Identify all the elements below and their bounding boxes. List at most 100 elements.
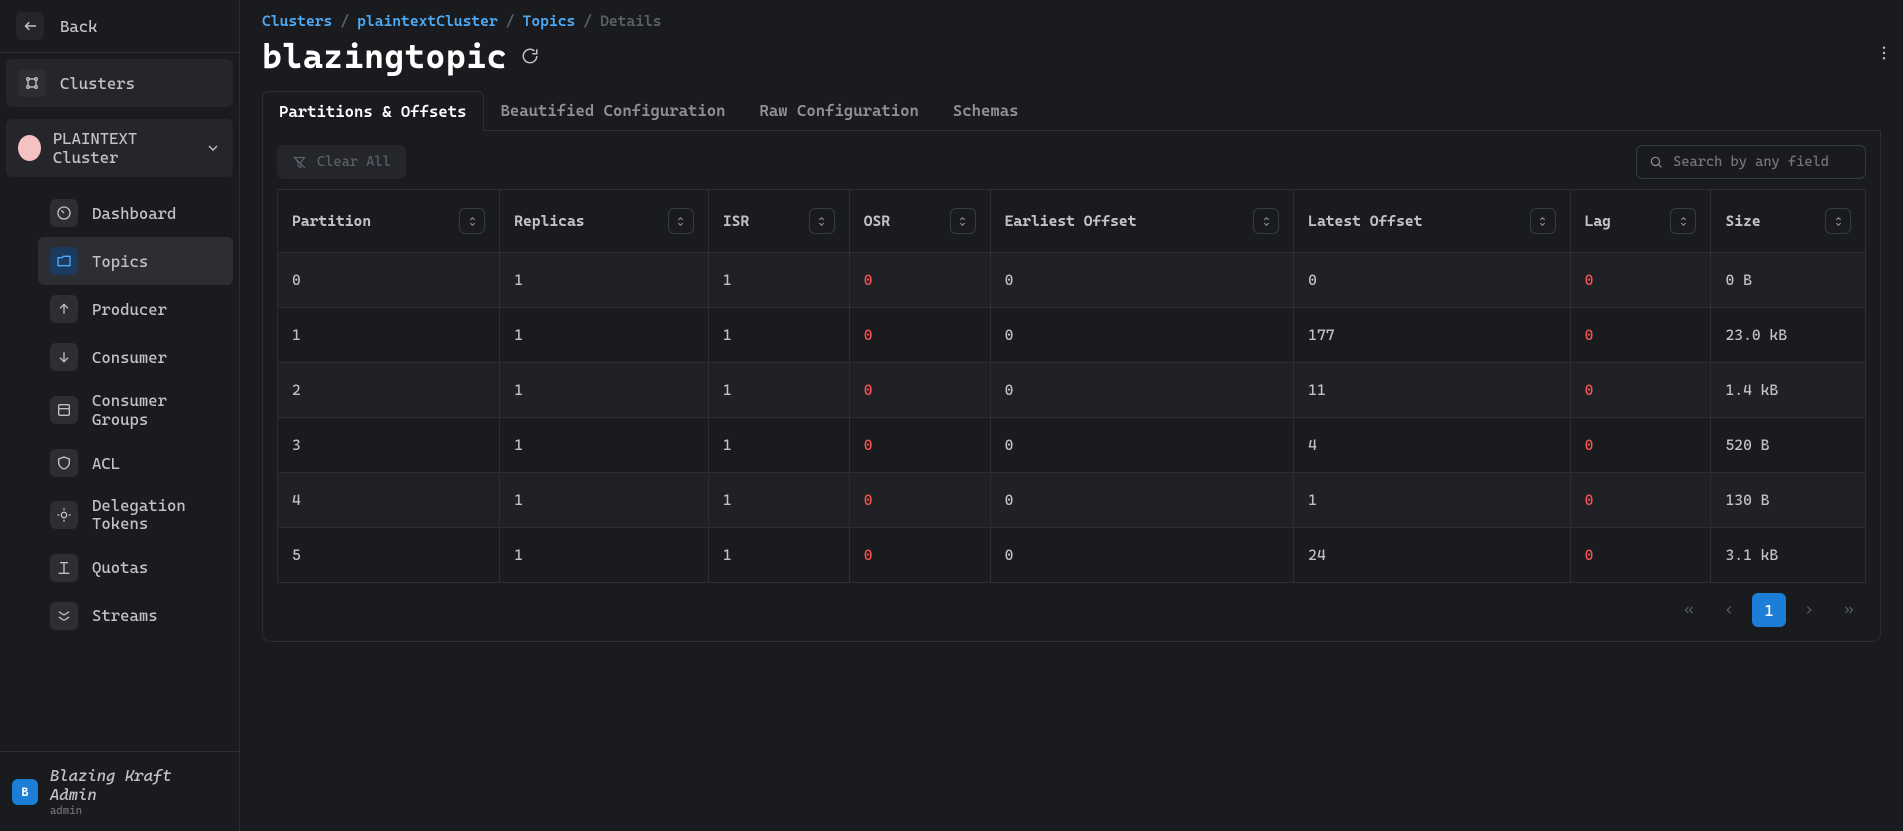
cell-size: 0 B	[1711, 253, 1866, 308]
sidebar-item-label: Quotas	[92, 558, 148, 577]
sort-button[interactable]	[809, 208, 835, 234]
tab-raw-config[interactable]: Raw Configuration	[743, 90, 936, 130]
cell-replicas: 1	[500, 528, 709, 583]
user-role: admin	[50, 804, 227, 817]
column-header: Replicas	[500, 190, 709, 253]
pager-prev[interactable]	[1712, 593, 1746, 627]
cell-replicas: 1	[500, 308, 709, 363]
cell-osr: 0	[849, 528, 990, 583]
sort-button[interactable]	[1825, 208, 1851, 234]
breadcrumb-topics[interactable]: Topics	[523, 12, 576, 30]
topics-icon	[50, 247, 78, 275]
sidebar-item-consumer[interactable]: Consumer	[38, 333, 233, 381]
cell-replicas: 1	[500, 363, 709, 418]
cell-latest: 4	[1294, 418, 1570, 473]
column-header: ISR	[708, 190, 849, 253]
column-label: ISR	[723, 212, 749, 230]
table-row[interactable]: 4110010130 B	[278, 473, 1866, 528]
more-menu-button[interactable]	[1875, 44, 1893, 62]
cell-isr: 1	[708, 253, 849, 308]
breadcrumb-clusters[interactable]: Clusters	[262, 12, 332, 30]
sidebar-item-label: Producer	[92, 300, 167, 319]
column-label: Size	[1725, 212, 1760, 230]
cell-latest: 24	[1294, 528, 1570, 583]
user-avatar: B	[12, 779, 38, 805]
sidebar-item-dashboard[interactable]: Dashboard	[38, 189, 233, 237]
user-footer[interactable]: B Blazing Kraft Admin admin	[0, 751, 239, 831]
pager-page-1[interactable]: 1	[1752, 593, 1786, 627]
cell-isr: 1	[708, 473, 849, 528]
back-arrow-icon	[16, 12, 44, 40]
sidebar-item-label: Consumer	[92, 348, 167, 367]
cell-partition: 3	[278, 418, 500, 473]
cell-osr: 0	[849, 418, 990, 473]
breadcrumb-separator: /	[506, 12, 515, 30]
pager-first[interactable]	[1672, 593, 1706, 627]
pagination: 1	[277, 593, 1866, 627]
sort-button[interactable]	[1530, 208, 1556, 234]
column-label: Latest Offset	[1308, 212, 1422, 230]
tab-partitions-offsets[interactable]: Partitions & Offsets	[262, 91, 484, 131]
sidebar-item-consumer-groups[interactable]: Consumer Groups	[38, 381, 233, 439]
sidebar-item-acl[interactable]: ACL	[38, 439, 233, 487]
tab-schemas[interactable]: Schemas	[936, 90, 1036, 130]
cell-osr: 0	[849, 473, 990, 528]
cell-latest: 0	[1294, 253, 1570, 308]
sidebar-item-delegation-tokens[interactable]: Delegation Tokens	[38, 487, 233, 544]
main-content: Clusters / plaintextCluster / Topics / D…	[240, 0, 1903, 831]
search-input[interactable]	[1673, 154, 1853, 170]
cell-lag: 0	[1570, 363, 1711, 418]
cell-size: 3.1 kB	[1711, 528, 1866, 583]
table-row[interactable]: 01100000 B	[278, 253, 1866, 308]
breadcrumb-cluster[interactable]: plaintextCluster	[357, 12, 498, 30]
cell-earliest: 0	[990, 363, 1294, 418]
sort-button[interactable]	[1253, 208, 1279, 234]
sidebar-item-label: Topics	[92, 252, 148, 271]
refresh-button[interactable]	[521, 47, 539, 65]
table-row[interactable]: 511002403.1 kB	[278, 528, 1866, 583]
sidebar-item-producer[interactable]: Producer	[38, 285, 233, 333]
cell-osr: 0	[849, 308, 990, 363]
cell-isr: 1	[708, 308, 849, 363]
cell-lag: 0	[1570, 528, 1711, 583]
search-field[interactable]	[1636, 145, 1866, 179]
pager-last[interactable]	[1832, 593, 1866, 627]
cluster-name: PLAINTEXT Cluster	[53, 129, 193, 167]
column-header: Size	[1711, 190, 1866, 253]
tab-beautified-config[interactable]: Beautified Configuration	[484, 90, 743, 130]
cell-isr: 1	[708, 418, 849, 473]
delegation-tokens-icon	[50, 501, 78, 529]
sort-button[interactable]	[459, 208, 485, 234]
cell-replicas: 1	[500, 473, 709, 528]
column-label: Partition	[292, 212, 371, 230]
cell-partition: 5	[278, 528, 500, 583]
table-row[interactable]: 211001101.4 kB	[278, 363, 1866, 418]
pager-next[interactable]	[1792, 593, 1826, 627]
cell-isr: 1	[708, 363, 849, 418]
table-row[interactable]: 11100177023.0 kB	[278, 308, 1866, 363]
cell-lag: 0	[1570, 308, 1711, 363]
sidebar-item-quotas[interactable]: Quotas	[38, 544, 233, 592]
sidebar-item-label: Streams	[92, 606, 158, 625]
sidebar-item-streams[interactable]: Streams	[38, 592, 233, 640]
sort-button[interactable]	[668, 208, 694, 234]
column-label: Replicas	[514, 212, 584, 230]
cell-lag: 0	[1570, 253, 1711, 308]
partitions-table: PartitionReplicasISROSREarliest OffsetLa…	[277, 189, 1866, 583]
sidebar-item-label: Delegation Tokens	[92, 497, 221, 534]
clusters-label: Clusters	[60, 74, 135, 93]
table-row[interactable]: 3110040520 B	[278, 418, 1866, 473]
cell-earliest: 0	[990, 253, 1294, 308]
cell-latest: 1	[1294, 473, 1570, 528]
cell-latest: 177	[1294, 308, 1570, 363]
sort-button[interactable]	[1670, 208, 1696, 234]
cluster-selector[interactable]: PLAINTEXT Cluster	[6, 119, 233, 177]
breadcrumb-separator: /	[340, 12, 349, 30]
clusters-icon	[18, 69, 46, 97]
back-button[interactable]: Back	[0, 0, 239, 53]
clear-all-button[interactable]: Clear All	[277, 145, 406, 179]
sort-button[interactable]	[950, 208, 976, 234]
sidebar-item-clusters[interactable]: Clusters	[6, 59, 233, 107]
sidebar-item-topics[interactable]: Topics	[38, 237, 233, 285]
content-card: Clear All PartitionReplicasISROSREarlies…	[262, 131, 1881, 642]
